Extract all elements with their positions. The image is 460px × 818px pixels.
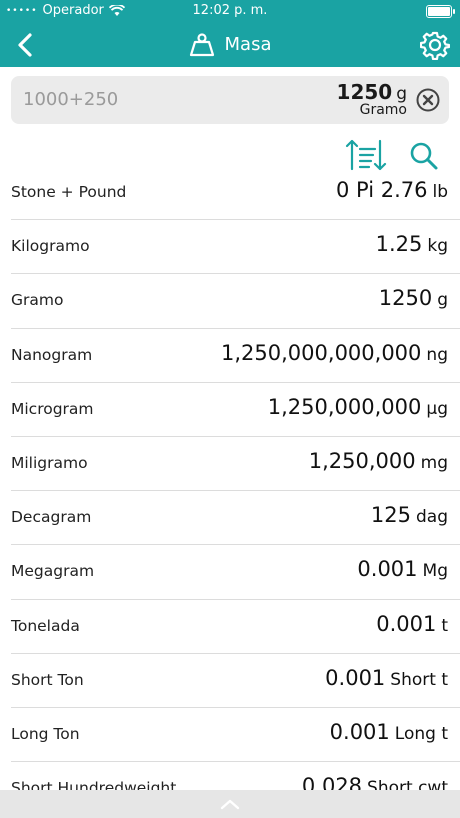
- clear-circle-icon[interactable]: [416, 88, 440, 112]
- value-unit: kg: [427, 236, 448, 257]
- page-title: Masa: [224, 34, 272, 55]
- weight-icon: [189, 32, 214, 56]
- unit-name: Short Ton: [11, 670, 84, 689]
- value-unit: Mg: [422, 561, 448, 582]
- status-time: 12:02 p. m.: [192, 3, 268, 18]
- unit-value: 1.25 kg: [376, 232, 448, 256]
- input-result: 1250 g Gramo: [337, 80, 407, 118]
- unit-value: 1,250,000,000 µg: [268, 395, 448, 419]
- value-unit: Short t: [390, 669, 448, 690]
- unit-value: 1,250,000 mg: [309, 449, 448, 473]
- value-unit: µg: [426, 398, 448, 419]
- list-item[interactable]: Tonelada 0.001 t: [11, 600, 460, 654]
- unit-value: 125 dag: [371, 503, 448, 527]
- expression-text[interactable]: 1000+250: [23, 89, 118, 110]
- value-number: 0.001: [325, 665, 386, 690]
- value-number: 1.25: [375, 232, 423, 257]
- value-number: 1,250,000: [308, 448, 416, 473]
- result-unit: g: [396, 84, 407, 104]
- value-unit: Long t: [394, 723, 448, 744]
- unit-name: Microgram: [11, 399, 94, 418]
- list-item[interactable]: Nanogram 1,250,000,000,000 ng: [11, 329, 460, 383]
- list-item[interactable]: Long Ton 0.001 Long t: [11, 708, 460, 763]
- unit-name: Kilogramo: [11, 237, 90, 256]
- unit-value: 1250 g: [379, 286, 448, 310]
- nav-bar: Masa: [0, 22, 460, 67]
- list-item[interactable]: Stone + Pound 0 Pi 2.76 lb: [11, 166, 460, 221]
- result-value: 1250: [336, 80, 393, 104]
- value-number: 0 Pi 2.76: [335, 178, 428, 202]
- unit-value: 0.001 Short t: [325, 666, 448, 690]
- unit-value: 0 Pi 2.76 lb: [336, 178, 448, 202]
- list-item[interactable]: Short Ton 0.001 Short t: [11, 654, 460, 708]
- value-number: 125: [370, 503, 411, 528]
- value-number: 1,250,000,000,000: [221, 340, 422, 365]
- value-number: 1,250,000,000: [267, 394, 422, 419]
- unit-name: Tonelada: [11, 616, 80, 635]
- unit-name: Miligramo: [11, 453, 88, 472]
- list-item[interactable]: Kilogramo 1.25 kg: [11, 220, 460, 275]
- chevron-up-icon[interactable]: [218, 796, 242, 812]
- unit-name: Nanogram: [11, 345, 93, 364]
- unit-name: Megagram: [11, 562, 95, 581]
- list-item[interactable]: Miligramo 1,250,000 mg: [11, 437, 460, 492]
- unit-name: Long Ton: [11, 724, 80, 743]
- status-bar: ••••• Operador 12:02 p. m.: [0, 0, 460, 22]
- list-item[interactable]: Microgram 1,250,000,000 µg: [11, 383, 460, 437]
- unit-value: 1,250,000,000,000 ng: [221, 341, 448, 365]
- value-number: 0.001: [329, 719, 390, 744]
- value-number: 1250: [378, 286, 433, 311]
- battery-icon: [426, 5, 455, 18]
- value-unit: mg: [420, 452, 448, 473]
- value-unit: g: [437, 290, 448, 311]
- value-unit: ng: [426, 344, 448, 365]
- list-item[interactable]: Gramo 1250 g: [11, 274, 460, 329]
- list-item[interactable]: Megagram 0.001 Mg: [11, 545, 460, 600]
- expression-input[interactable]: 1000+250 1250 g Gramo: [11, 76, 449, 124]
- unit-name: Decagram: [11, 508, 92, 527]
- value-unit: dag: [416, 507, 448, 528]
- nav-title-group: Masa: [0, 22, 460, 67]
- unit-value: 0.001 t: [376, 612, 448, 636]
- bottom-drawer-handle[interactable]: [0, 790, 460, 818]
- unit-name: Gramo: [11, 291, 64, 310]
- unit-value: 0.001 Mg: [357, 557, 448, 581]
- unit-value: 0.001 Long t: [330, 720, 448, 744]
- unit-name: Stone + Pound: [11, 183, 127, 201]
- value-number: 0.001: [357, 557, 418, 582]
- result-unit-name[interactable]: Gramo: [337, 102, 407, 118]
- list-item[interactable]: Decagram 125 dag: [11, 491, 460, 546]
- value-unit: lb: [432, 182, 448, 202]
- gear-icon[interactable]: [420, 30, 450, 60]
- value-unit: t: [441, 615, 448, 636]
- conversion-list: Stone + Pound 0 Pi 2.76 lb Kilogramo 1.25…: [0, 166, 460, 815]
- value-number: 0.001: [376, 611, 437, 636]
